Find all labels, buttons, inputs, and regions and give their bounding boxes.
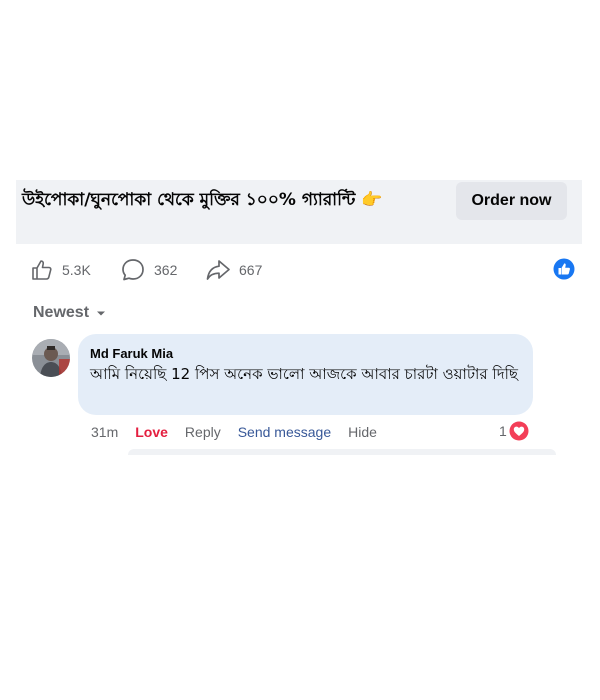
share-action[interactable]: 667 — [205, 256, 262, 284]
comment-author[interactable]: Md Faruk Mia — [90, 346, 521, 362]
order-now-button[interactable]: Order now — [456, 182, 567, 220]
ad-link-bar[interactable]: উইপোকা/ঘুনপোকা থেকে মুক্তির ১০০% গ্যারান… — [16, 180, 582, 244]
share-count: 667 — [239, 262, 263, 278]
comment-sort-dropdown[interactable]: Newest — [33, 302, 107, 324]
comment-action[interactable]: 362 — [120, 256, 177, 284]
share-arrow-icon — [206, 260, 230, 280]
caret-down-icon — [97, 311, 106, 316]
ad-headline[interactable]: উইপোকা/ঘুনপোকা থেকে মুক্তির ১০০% গ্যারান… — [22, 188, 432, 212]
avatar-image — [32, 339, 70, 377]
hide-button[interactable]: Hide — [348, 424, 377, 440]
comment-count: 362 — [154, 262, 178, 278]
sort-label: Newest — [33, 304, 90, 321]
reply-button[interactable]: Reply — [185, 424, 221, 440]
thumbs-up-outline-icon — [32, 260, 52, 280]
avatar[interactable] — [32, 339, 70, 377]
like-reaction-icon — [553, 258, 575, 280]
next-reply-bubble — [128, 449, 556, 455]
comment-bubble-icon — [122, 259, 144, 281]
send-message-button[interactable]: Send message — [238, 424, 331, 440]
comment-text: আমি নিয়েছি 12 পিস অনেক ভালো আজকে আবার চ… — [90, 365, 518, 383]
comment-reaction-summary[interactable]: 1 — [499, 420, 529, 442]
comment-bubble: Md Faruk Mia আমি নিয়েছি 12 পিস অনেক ভাল… — [78, 334, 533, 415]
reaction-count: 1 — [499, 423, 507, 439]
post-stats-row: 5.3K 362 667 — [30, 256, 575, 284]
love-heart-icon — [509, 421, 529, 441]
comment-actions: 31m Love Reply Send message Hide — [91, 422, 394, 442]
comment-timestamp[interactable]: 31m — [91, 424, 118, 440]
love-reaction-button[interactable]: Love — [135, 424, 168, 440]
like-action[interactable]: 5.3K — [30, 256, 91, 284]
like-count: 5.3K — [62, 262, 91, 278]
